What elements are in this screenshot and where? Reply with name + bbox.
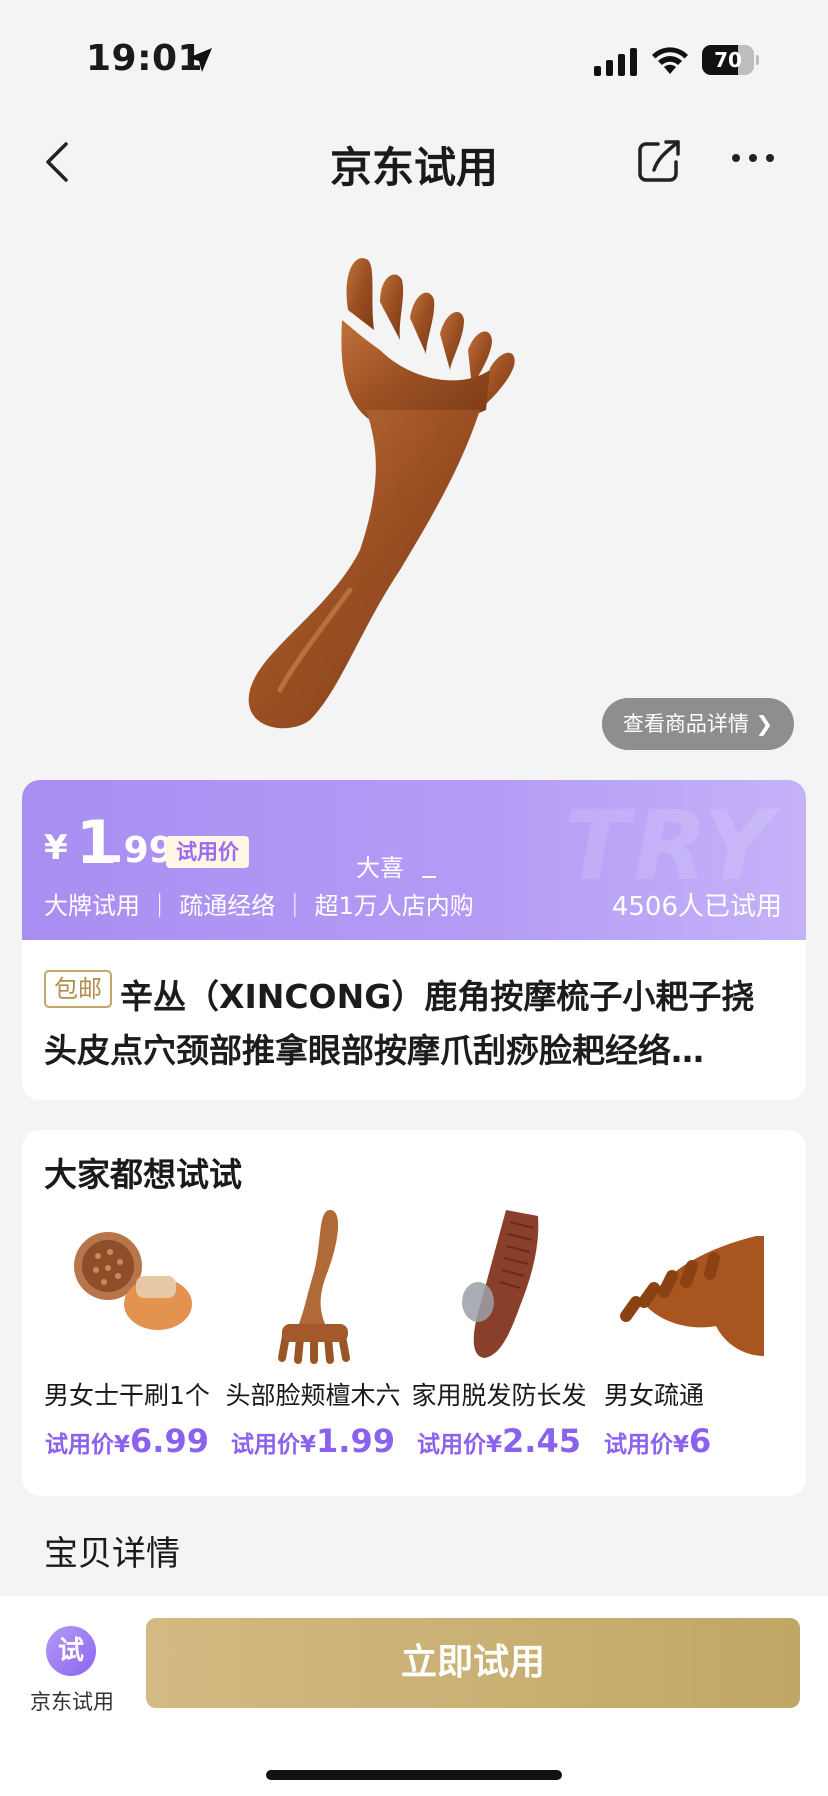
trial-price-tag: 试用价: [166, 836, 249, 868]
rec-item-name: 头部脸颊檀木六: [225, 1381, 401, 1410]
page-title: 京东试用: [329, 143, 498, 192]
rec-item-price: 试用价¥1.99: [231, 1422, 395, 1460]
cellular-signal-icon: [594, 48, 637, 76]
rec-item-name: 家用脱发防长发: [411, 1381, 587, 1410]
wooden-claw-icon: [620, 1236, 764, 1356]
location-arrow-icon: [188, 48, 212, 72]
recommendations-title: 大家都想试试: [44, 1155, 242, 1194]
currency-symbol: ¥: [44, 828, 68, 868]
rec-item-price: 试用价¥2.45: [417, 1422, 581, 1460]
rec-item-name: 男女士干刷1个: [44, 1381, 210, 1410]
nav-bar: 京东试用: [0, 120, 828, 202]
rec-item[interactable]: 家用脱发防长发 试用价¥2.45: [406, 1206, 592, 1486]
more-options-icon[interactable]: [730, 148, 776, 168]
rec-item-name: 男女疏通: [604, 1381, 705, 1410]
feature-tags: 大牌试用 ｜ 疏通经络 ｜ 超1万人店内购: [44, 892, 474, 920]
battery-indicator: 70: [702, 45, 759, 75]
product-image[interactable]: [230, 250, 610, 740]
rec-item[interactable]: 头部脸颊檀木六 试用价¥1.99: [220, 1206, 406, 1486]
recommendations-card: 大家都想试试 男女士干刷1个 试用价¥6.99 头部脸颊檀木六 试用价¥1.99: [22, 1130, 806, 1496]
bottom-action-bar: 试 京东试用 立即试用: [0, 1596, 828, 1796]
rec-item[interactable]: 男女疏通 试用价¥6: [592, 1206, 784, 1486]
price-card: TRY ¥ 1 .99 试用价 大喜 大牌试用 ｜ 疏通经络 ｜ 超1万人店内购…: [22, 780, 806, 1100]
product-title[interactable]: 辛丛（XINCONG）鹿角按摩梳子小耙子挠头皮点穴颈部推拿眼部按摩爪刮痧脸耙经络…: [44, 977, 754, 1070]
jd-try-icon[interactable]: 试: [46, 1626, 96, 1676]
wooden-rake-icon: [278, 1210, 350, 1364]
tried-count: 4506人已试用: [611, 892, 782, 922]
status-bar: 19:01 70: [0, 0, 828, 120]
product-hero: 查看商品详情 ❯: [0, 220, 828, 760]
wooden-comb-icon: [462, 1210, 539, 1358]
rec-item[interactable]: 男女士干刷1个 试用价¥6.99: [34, 1206, 220, 1486]
promo-text: 大喜: [356, 854, 404, 882]
free-shipping-badge: 包邮: [44, 970, 112, 1008]
rec-item-price: 试用价¥6.99: [45, 1422, 209, 1460]
battery-level-text: 70: [714, 48, 742, 72]
wifi-icon: [652, 47, 688, 74]
jd-try-label[interactable]: 京东试用: [24, 1686, 120, 1716]
text-cursor: [422, 852, 436, 878]
rec-item-price: 试用价¥6: [604, 1422, 712, 1460]
view-detail-button[interactable]: 查看商品详情 ❯: [602, 698, 794, 750]
home-indicator: [266, 1770, 562, 1780]
price-decimal: .99: [110, 830, 174, 871]
share-icon[interactable]: [636, 138, 682, 184]
massage-brush-icon: [74, 1232, 192, 1330]
price-band: TRY ¥ 1 .99 试用价 大喜 大牌试用 ｜ 疏通经络 ｜ 超1万人店内购…: [22, 780, 806, 940]
try-now-button[interactable]: 立即试用: [146, 1618, 800, 1708]
section-title-details: 宝贝详情: [44, 1534, 180, 1574]
product-title-area: 包邮 辛丛（XINCONG）鹿角按摩梳子小耙子挠头皮点穴颈部推拿眼部按摩爪刮痧脸耙…: [22, 940, 806, 1100]
